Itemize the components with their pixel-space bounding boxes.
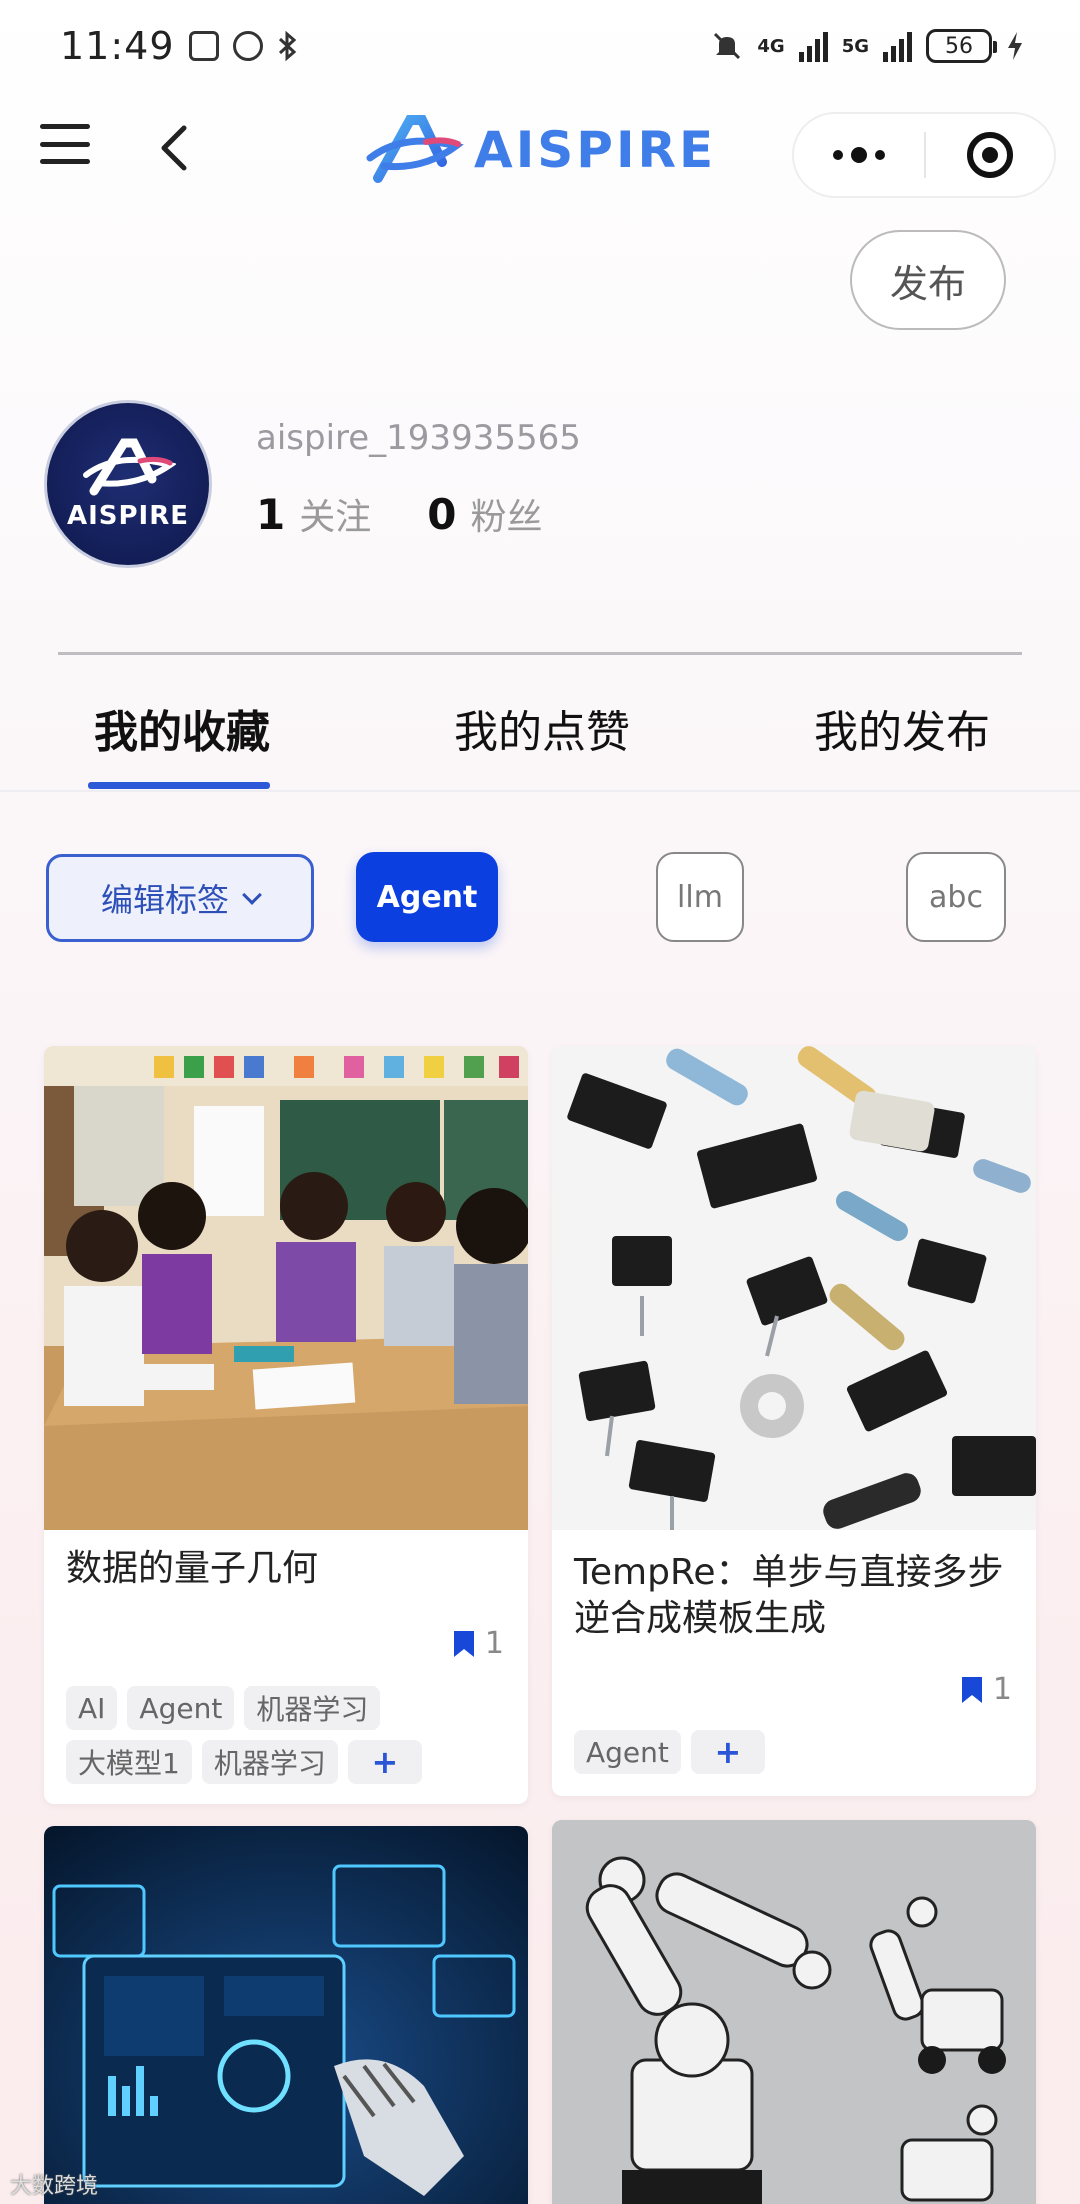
edit-tags-label: 编辑标签	[100, 881, 229, 919]
close-target-icon[interactable]	[926, 114, 1054, 196]
bookmark-stat[interactable]: 1	[453, 1626, 504, 1661]
post-title[interactable]: TempRe：单步与直接多步逆合成模板生成	[574, 1550, 1014, 1642]
network-5g-label: 5G	[841, 35, 869, 57]
tab-favorites[interactable]: 我的收藏	[94, 696, 270, 760]
post-title[interactable]: 数据的量子几何	[66, 1546, 506, 1592]
logo-text: AISPIRE	[474, 121, 717, 179]
bookmark-count: 1	[992, 1672, 1012, 1707]
bookmark-icon	[961, 1676, 983, 1704]
ai-laptop-image	[44, 1826, 528, 2204]
status-right: 4G 5G 56	[711, 29, 1024, 63]
post-card[interactable]	[44, 1826, 528, 2204]
add-tag-button[interactable]: +	[690, 1730, 765, 1774]
network-4g-label: 4G	[757, 35, 785, 57]
more-options-icon[interactable]	[794, 114, 924, 196]
menu-icon[interactable]	[40, 122, 90, 166]
post-card[interactable]	[552, 1820, 1036, 2204]
charging-icon	[1008, 32, 1022, 60]
back-icon[interactable]	[150, 122, 200, 174]
tag-chip[interactable]: Agent	[127, 1686, 235, 1730]
nav-bar: AISPIRE	[0, 100, 1080, 200]
alarm-icon	[232, 31, 263, 61]
classroom-image	[44, 1046, 528, 1530]
mini-program-capsule	[792, 112, 1056, 198]
filter-chip-agent[interactable]: Agent	[356, 852, 498, 942]
status-left: 11:49	[60, 24, 299, 68]
post-image	[44, 1046, 528, 1530]
following-count[interactable]: 1	[256, 490, 285, 539]
tag-chip[interactable]: 机器学习	[244, 1686, 381, 1730]
post-tags: AI Agent 机器学习 大模型1 机器学习 +	[66, 1686, 506, 1784]
add-tag-button[interactable]: +	[347, 1740, 422, 1784]
post-tags: Agent +	[574, 1730, 1014, 1774]
post-card[interactable]: 数据的量子几何 1 AI Agent 机器学习 大模型1 机器学习 +	[44, 1046, 528, 1804]
tag-chip[interactable]: 大模型1	[66, 1740, 192, 1784]
chevron-down-icon	[242, 885, 262, 905]
bookmark-stat[interactable]: 1	[961, 1672, 1012, 1707]
app-logo: AISPIRE	[364, 108, 724, 192]
tag-chip[interactable]: Agent	[574, 1730, 681, 1774]
tab-bar: 我的收藏 我的点赞 我的发布	[0, 672, 1080, 792]
tab-posts[interactable]: 我的发布	[814, 696, 990, 760]
filter-chip-abc[interactable]: abc	[906, 852, 1006, 942]
avatar-logo-icon	[83, 438, 176, 496]
avatar-text: AISPIRE	[66, 501, 190, 531]
tag-chip[interactable]: 机器学习	[201, 1740, 338, 1784]
status-bar: 11:49 4G 5G 56	[0, 0, 1080, 92]
signal-5g-icon	[883, 30, 912, 62]
signal-4g-icon	[798, 30, 828, 62]
page: 11:49 4G 5G 56 AISPIRE 发布 AISPIRE aispir…	[0, 0, 1080, 2204]
bluetooth-icon	[278, 30, 296, 62]
nfc-icon	[188, 31, 219, 61]
tag-chip[interactable]: AI	[66, 1686, 118, 1730]
followers-count[interactable]: 0	[427, 490, 456, 539]
tabs-divider	[0, 790, 1080, 792]
publish-button[interactable]: 发布	[850, 230, 1006, 330]
bookmark-count: 1	[484, 1626, 504, 1661]
username: aispire_193935565	[256, 418, 581, 458]
post-card[interactable]: TempRe：单步与直接多步逆合成模板生成 1 Agent +	[552, 1046, 1036, 1796]
edit-tags-button[interactable]: 编辑标签	[46, 854, 314, 942]
profile-divider	[58, 652, 1022, 655]
mute-icon	[714, 32, 741, 60]
logo-mark-icon	[366, 115, 464, 183]
robot-arms-image	[552, 1820, 1036, 2204]
following-label[interactable]: 关注	[299, 488, 371, 540]
post-image	[552, 1046, 1036, 1530]
components-image	[552, 1046, 1036, 1530]
tab-indicator	[88, 782, 270, 789]
tab-likes[interactable]: 我的点赞	[454, 696, 630, 760]
followers-label[interactable]: 粉丝	[470, 488, 542, 540]
post-image	[44, 1826, 528, 2204]
status-time: 11:49	[60, 24, 175, 68]
bookmark-icon	[453, 1630, 475, 1658]
watermark: 大数跨境	[10, 2174, 99, 2199]
battery-icon: 56	[926, 29, 997, 63]
post-image	[552, 1820, 1036, 2204]
profile-stats: 1 关注 0 粉丝	[256, 488, 599, 540]
filter-chip-llm[interactable]: llm	[656, 852, 744, 942]
avatar[interactable]: AISPIRE	[44, 400, 212, 568]
